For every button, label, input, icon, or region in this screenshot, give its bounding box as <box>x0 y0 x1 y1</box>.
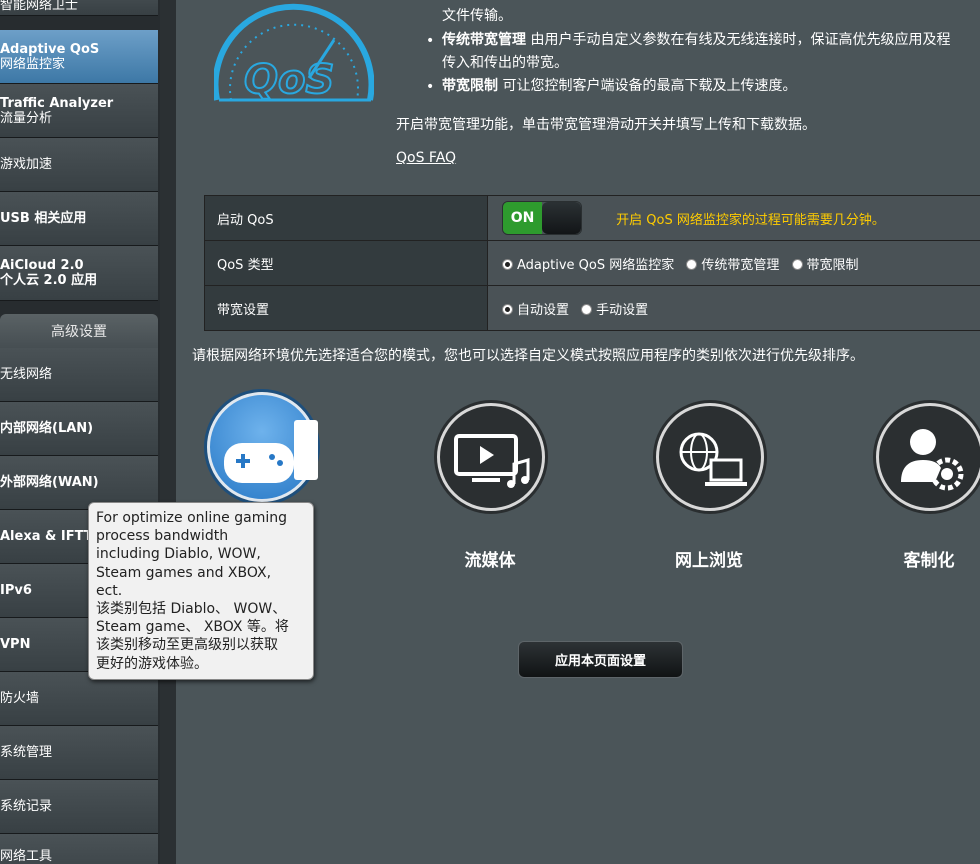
sidebar-item-label: 无线网络 <box>0 367 53 382</box>
category-gaming[interactable] <box>207 392 318 502</box>
bullet-text: 由用户手动自定义参数在有线及无线连接时，保证高优先级应用及程 <box>530 32 951 48</box>
qos-faq-link[interactable]: QoS FAQ <box>396 147 456 170</box>
sidebar-item-label: 系统管理 <box>0 745 53 760</box>
media-streaming-icon <box>454 434 530 488</box>
sidebar-item-label: 游戏加速 <box>0 157 53 172</box>
qos-type-cell: Adaptive QoS 网络监控家 传统带宽管理 带宽限制 <box>487 240 980 286</box>
bullet-text: 可让您控制客户端设备的最高下载及上传速度。 <box>502 78 797 94</box>
radio-manual[interactable] <box>581 303 593 315</box>
sidebar-item-label: 系统记录 <box>0 799 53 814</box>
bullet-traditional-qos: 传统带宽管理 由用户手动自定义参数在有线及无线连接时，保证高优先级应用及程 <box>442 29 950 52</box>
table-row: QoS 类型 Adaptive QoS 网络监控家 传统带宽管理 带宽限制 <box>204 240 980 286</box>
table-row: 启动 QoS ON 开启 QoS 网络监控家的过程可能需要几分钟。 <box>204 195 980 241</box>
bullet-bandwidth-limiter: 带宽限制 可让您控制客户端设备的最高下载及上传速度。 <box>442 75 796 98</box>
bullet-dot: • <box>426 33 435 49</box>
radio-adaptive-qos[interactable] <box>502 258 513 270</box>
enable-qos-note: 开启 QoS 网络监控家的过程可能需要几分钟。 <box>616 212 885 228</box>
sidebar-item-sublabel: 网络监控家 <box>0 56 66 72</box>
sidebar-item-sublabel: 个人云 2.0 应用 <box>0 273 98 288</box>
radio-traditional-qos[interactable] <box>686 258 698 270</box>
sidebar-item-sublabel: 流量分析 <box>0 110 53 126</box>
tooltip-line: 该类别移动至更高级别以获取 <box>96 637 278 654</box>
sidebar-item-administration[interactable]: 系统管理 <box>0 726 158 780</box>
category-customize-label: 客制化 <box>903 551 955 571</box>
qos-type-label: QoS 类型 <box>204 240 488 286</box>
toggle-on-label: ON <box>503 202 542 234</box>
logo-text: QoS <box>244 57 334 103</box>
radio-label: 手动设置 <box>596 302 649 318</box>
sidebar-item-label: Adaptive QoS <box>0 41 100 57</box>
sidebar-item-label: 网络工具 <box>0 849 53 864</box>
bullet-dot: • <box>426 79 435 95</box>
bullet-title: 传统带宽管理 <box>442 32 526 48</box>
tooltip-line: Steam game、 XBOX 等。将 <box>96 619 289 636</box>
category-web-browsing[interactable] <box>656 403 764 511</box>
sidebar: 智能网络卫士 Adaptive QoS 网络监控家 Traffic Analyz… <box>0 0 160 864</box>
bullet-1-continuation: 文件传输。 <box>442 8 512 24</box>
sidebar-item-network-tools[interactable]: 网络工具 <box>0 834 158 864</box>
gamepad-icon <box>224 420 318 483</box>
mode-prompt: 请根据网络环境优先选择适合您的模式，您也可以选择自定义模式按照应用程序的类别依次… <box>192 348 864 364</box>
sidebar-item-aiprotection[interactable]: 智能网络卫士 <box>0 0 158 16</box>
globe-laptop-icon <box>679 432 747 486</box>
radio-label: Adaptive QoS 网络监控家 <box>517 257 675 273</box>
tooltip-line: process bandwidth <box>96 528 229 545</box>
sidebar-item-aicloud[interactable]: AiCloud 2.0 个人云 2.0 应用 <box>0 246 158 301</box>
category-web-browsing-label: 网上浏览 <box>675 551 743 571</box>
radio-bandwidth-limiter[interactable] <box>791 258 803 270</box>
tooltip-line: 更好的游戏体验。 <box>96 655 208 672</box>
sidebar-item-label: 外部网络(WAN) <box>0 475 99 490</box>
sidebar-item-wireless[interactable]: 无线网络 <box>0 348 158 402</box>
sidebar-item-lan[interactable]: 内部网络(LAN) <box>0 402 158 456</box>
radio-label: 传统带宽管理 <box>701 257 780 273</box>
bullet-2-continuation: 传入和传出的带宽。 <box>442 55 568 71</box>
qos-settings-table: 启动 QoS ON 开启 QoS 网络监控家的过程可能需要几分钟。 QoS 类型… <box>204 195 980 331</box>
user-gear-icon <box>901 429 964 491</box>
instructions-text: 开启带宽管理功能，单击带宽管理滑动开关并填写上传和下载数据。 <box>396 117 816 133</box>
qos-logo-icon: QoS <box>214 3 374 104</box>
tooltip-line: For optimize online gaming <box>96 510 288 526</box>
tooltip-line: including Diablo, WOW, <box>96 546 261 563</box>
category-customize[interactable] <box>876 403 980 511</box>
radio-label: 带宽限制 <box>806 257 859 273</box>
sidebar-item-usb[interactable]: USB 相关应用 <box>0 192 158 246</box>
tooltip-line: ect. <box>96 582 123 599</box>
category-streaming-label: 流媒体 <box>464 551 516 571</box>
enable-qos-toggle[interactable]: ON <box>502 201 582 235</box>
bandwidth-setting-cell: 自动设置 手动设置 <box>487 285 980 331</box>
advanced-settings-header: 高级设置 <box>0 314 158 348</box>
table-row: 带宽设置 自动设置 手动设置 <box>204 285 980 331</box>
main-content: QoS 文件传输。 • 传统带宽管理 由用户手动自定义参数在有线及无线连接时，保… <box>176 0 980 864</box>
apply-settings-button[interactable]: 应用本页面设置 <box>518 641 683 678</box>
tooltip-line: Steam games and XBOX, <box>96 564 272 581</box>
sidebar-item-label: AiCloud 2.0 <box>0 258 84 273</box>
bandwidth-setting-label: 带宽设置 <box>204 285 488 331</box>
sidebar-item-label: 防火墙 <box>0 691 40 706</box>
toggle-knob[interactable] <box>542 202 581 234</box>
sidebar-item-label: 内部网络(LAN) <box>0 421 94 436</box>
gaming-tooltip: For optimize online gaming process bandw… <box>88 502 314 680</box>
sidebar-item-label: 智能网络卫士 <box>0 0 79 13</box>
sidebar-item-game-boost[interactable]: 游戏加速 <box>0 138 158 192</box>
bullet-title: 带宽限制 <box>442 78 498 94</box>
sidebar-item-label: USB 相关应用 <box>0 211 87 226</box>
sidebar-item-system-log[interactable]: 系统记录 <box>0 780 158 834</box>
category-streaming[interactable] <box>437 403 545 511</box>
tooltip-line: 该类别包括 Diablo、 WOW、 <box>96 601 287 618</box>
sidebar-item-traffic-analyzer[interactable]: Traffic Analyzer 流量分析 <box>0 84 158 138</box>
sidebar-item-firewall[interactable]: 防火墙 <box>0 672 158 726</box>
sidebar-item-label: Traffic Analyzer <box>0 95 114 111</box>
enable-qos-cell: ON 开启 QoS 网络监控家的过程可能需要几分钟。 <box>487 195 980 241</box>
enable-qos-label: 启动 QoS <box>204 195 488 241</box>
sidebar-item-adaptive-qos[interactable]: Adaptive QoS 网络监控家 <box>0 30 158 84</box>
radio-automatic[interactable] <box>502 303 513 315</box>
radio-label: 自动设置 <box>517 302 570 318</box>
